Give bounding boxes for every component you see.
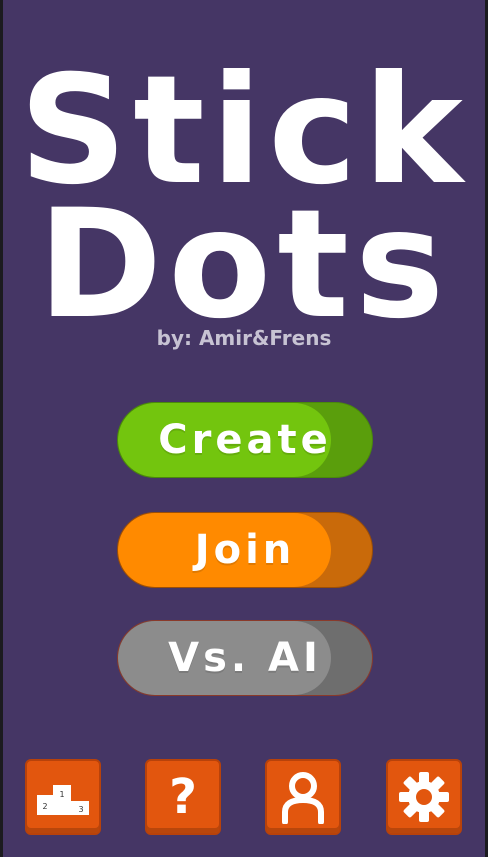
- podium-third-label: 3: [78, 805, 83, 814]
- profile-button[interactable]: [265, 759, 341, 835]
- game-title-line2: Dots: [37, 178, 451, 352]
- podium-first-label: 1: [59, 790, 64, 799]
- podium-second-label: 2: [42, 802, 47, 811]
- join-button[interactable]: Join: [117, 512, 373, 588]
- settings-button[interactable]: [386, 759, 462, 835]
- help-question-icon: ?: [169, 769, 197, 825]
- create-button-label: Create: [158, 417, 332, 463]
- main-menu-screen: Stick Dots by: Amir&Frens Create Join Vs…: [3, 0, 485, 857]
- join-button-label: Join: [194, 527, 296, 573]
- leaderboard-podium-icon: 1 2 3: [37, 785, 89, 815]
- vs-ai-button-label: Vs. AI: [168, 635, 322, 681]
- settings-gear-icon: [399, 772, 449, 822]
- profile-person-icon: [282, 772, 324, 824]
- leaderboard-button[interactable]: 1 2 3: [25, 759, 101, 835]
- author-credit: by: Amir&Frens: [156, 326, 332, 350]
- create-button[interactable]: Create: [117, 402, 373, 478]
- help-button[interactable]: ?: [145, 759, 221, 835]
- vs-ai-button[interactable]: Vs. AI: [117, 620, 373, 696]
